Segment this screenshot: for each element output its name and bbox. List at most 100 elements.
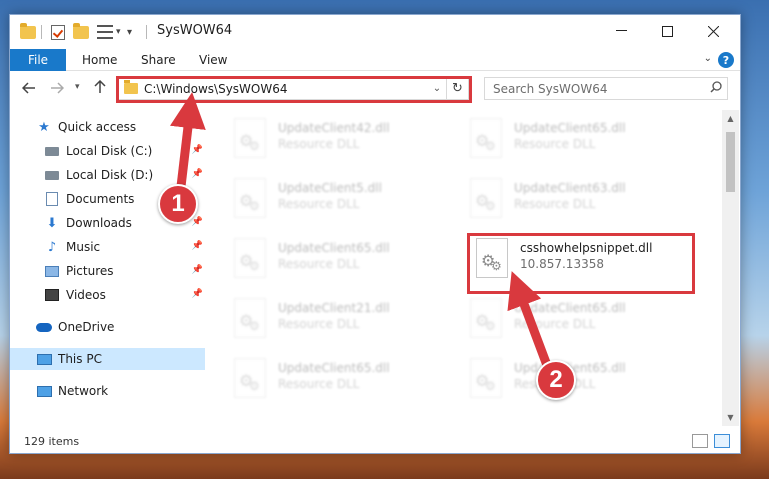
sidebar-item-videos[interactable]: Videos 📌 xyxy=(10,284,205,306)
folder-icon xyxy=(20,22,36,41)
file-type: Resource DLL xyxy=(278,377,360,391)
up-arrow-icon xyxy=(94,79,106,93)
search-icon[interactable] xyxy=(705,81,727,96)
file-type: Resource DLL xyxy=(514,317,596,331)
ribbon-tabs: File Home Share View ⌄ ? xyxy=(10,49,740,71)
file-item[interactable]: ⚙ ⚙ UpdateClient63.dll Resource DLL xyxy=(470,178,700,228)
file-name: csshowhelpsnippet.dll xyxy=(520,241,653,255)
dll-file-icon: ⚙ ⚙ xyxy=(470,178,502,218)
minimize-button[interactable] xyxy=(598,15,644,47)
pin-icon[interactable]: 📌 xyxy=(192,169,203,179)
tab-file[interactable]: File xyxy=(10,49,66,71)
file-name: UpdateClient65.dll xyxy=(514,301,626,315)
separator xyxy=(146,23,147,41)
minimize-icon xyxy=(615,30,627,31)
downloads-icon: ⬇ xyxy=(46,215,58,231)
file-name: UpdateClient21.dll xyxy=(278,301,390,315)
pin-icon[interactable]: 📌 xyxy=(192,145,203,155)
dll-file-icon: ⚙ ⚙ xyxy=(476,238,508,278)
scroll-up-icon[interactable]: ▲ xyxy=(722,110,739,127)
scroll-down-icon[interactable]: ▼ xyxy=(722,409,739,426)
back-button[interactable] xyxy=(21,80,36,98)
file-item[interactable]: ⚙ ⚙ UpdateClient21.dll Resource DLL xyxy=(234,298,464,348)
recent-locations-icon[interactable]: ▾ xyxy=(75,82,80,92)
sidebar-item-local-disk-c[interactable]: Local Disk (C:) 📌 xyxy=(10,140,205,162)
pin-icon[interactable]: 📌 xyxy=(192,289,203,299)
expand-ribbon-icon[interactable]: ⌄ xyxy=(704,53,712,64)
dll-file-icon: ⚙ ⚙ xyxy=(234,178,266,218)
window-title: SysWOW64 xyxy=(157,23,233,38)
file-type: Resource DLL xyxy=(278,257,360,271)
file-name: UpdateClient5.dll xyxy=(278,181,382,195)
properties-check-icon[interactable] xyxy=(51,23,65,41)
file-type: Resource DLL xyxy=(278,197,360,211)
file-item[interactable]: ⚙⚙ UpdateClient65.dllResource DLL xyxy=(470,118,700,168)
pin-icon[interactable]: 📌 xyxy=(192,217,203,227)
status-bar: 129 items xyxy=(10,429,740,453)
pin-icon[interactable]: 📌 xyxy=(192,241,203,251)
dll-file-icon: ⚙ ⚙ xyxy=(234,238,266,278)
file-item[interactable]: ⚙⚙ UpdateClient65.dllResource DLL xyxy=(234,358,464,408)
large-icons-view-icon[interactable] xyxy=(714,434,730,448)
vertical-scrollbar[interactable]: ▲ ▼ xyxy=(722,110,739,426)
file-type: Resource DLL xyxy=(278,317,360,331)
new-folder-icon[interactable] xyxy=(73,22,89,41)
sidebar-item-label: Videos xyxy=(66,288,106,302)
address-path[interactable]: C:\Windows\SysWOW64 xyxy=(144,82,428,96)
quick-access-dropdown-icon[interactable]: ▾ xyxy=(127,23,132,41)
star-icon: ★ xyxy=(38,119,50,135)
dll-file-icon: ⚙ ⚙ xyxy=(234,118,266,158)
refresh-icon[interactable]: ↻ xyxy=(446,78,468,99)
scroll-thumb[interactable] xyxy=(726,132,735,192)
sidebar-item-label: OneDrive xyxy=(58,320,115,334)
file-item[interactable]: ⚙⚙ UpdateClient65.dllResource DLL xyxy=(470,358,700,408)
forward-button[interactable] xyxy=(50,80,65,98)
sidebar-item-label: Network xyxy=(58,384,109,398)
file-item[interactable]: ⚙ ⚙ UpdateClient42.dll Resource DLL xyxy=(234,118,464,168)
sidebar-item-label: Downloads xyxy=(66,216,132,230)
up-button[interactable] xyxy=(94,79,106,98)
customize-toolbar-icon[interactable] xyxy=(97,23,113,41)
navigation-pane: ★ Quick access Local Disk (C:) 📌 Local D… xyxy=(10,110,205,426)
sidebar-item-label: Local Disk (C:) xyxy=(66,144,153,158)
tab-home[interactable]: Home xyxy=(82,49,117,71)
address-bar[interactable]: C:\Windows\SysWOW64 ⌄ ↻ xyxy=(117,77,469,100)
tab-share[interactable]: Share xyxy=(141,49,176,71)
file-item[interactable]: ⚙⚙ UpdateClient65.dllResource DLL xyxy=(470,298,700,348)
sidebar-item-quick-access[interactable]: ★ Quick access xyxy=(10,116,205,138)
maximize-button[interactable] xyxy=(644,15,690,47)
file-name: UpdateClient65.dll xyxy=(278,241,390,255)
sidebar-item-music[interactable]: ♪ Music 📌 xyxy=(10,236,205,258)
title-bar: ▾ ▾ SysWOW64 xyxy=(10,15,740,49)
sidebar-item-label: Local Disk (D:) xyxy=(66,168,154,182)
file-item-csshowhelpsnippet[interactable]: ⚙ ⚙ csshowhelpsnippet.dll 10.857.13358 xyxy=(476,238,706,288)
file-name: UpdateClient42.dll xyxy=(278,121,390,135)
file-item[interactable]: ⚙ ⚙ UpdateClient5.dll Resource DLL xyxy=(234,178,464,228)
drive-icon xyxy=(44,168,60,182)
onedrive-icon xyxy=(36,320,52,334)
step-1-badge: 1 xyxy=(158,184,198,224)
close-icon xyxy=(707,25,719,37)
dll-file-icon: ⚙ ⚙ xyxy=(234,358,266,398)
sidebar-item-pictures[interactable]: Pictures 📌 xyxy=(10,260,205,282)
file-name: UpdateClient65.dll xyxy=(514,121,626,135)
tab-view[interactable]: View xyxy=(199,49,227,71)
address-dropdown-icon[interactable]: ⌄ xyxy=(428,83,446,94)
close-button[interactable] xyxy=(690,15,736,47)
sidebar-item-this-pc[interactable]: This PC xyxy=(10,348,205,370)
search-box[interactable]: Search SysWOW64 xyxy=(484,77,728,100)
sidebar-item-local-disk-d[interactable]: Local Disk (D:) 📌 xyxy=(10,164,205,186)
sidebar-item-onedrive[interactable]: OneDrive xyxy=(10,316,205,338)
navigation-bar: ▾ C:\Windows\SysWOW64 ⌄ ↻ Search SysWOW6… xyxy=(10,72,740,106)
help-button[interactable]: ? xyxy=(718,52,734,68)
sidebar-item-label: This PC xyxy=(58,352,102,366)
search-input[interactable]: Search SysWOW64 xyxy=(493,82,705,96)
step-2-badge: 2 xyxy=(536,360,576,400)
details-view-icon[interactable] xyxy=(692,434,708,448)
dropdown-icon[interactable]: ▾ xyxy=(116,23,121,41)
pin-icon[interactable]: 📌 xyxy=(192,265,203,275)
file-item[interactable]: ⚙⚙ UpdateClient65.dll Resource DLL xyxy=(234,238,464,288)
sidebar-item-network[interactable]: Network xyxy=(10,380,205,402)
sidebar-item-label: Music xyxy=(66,240,101,254)
file-type: Resource DLL xyxy=(278,137,360,151)
